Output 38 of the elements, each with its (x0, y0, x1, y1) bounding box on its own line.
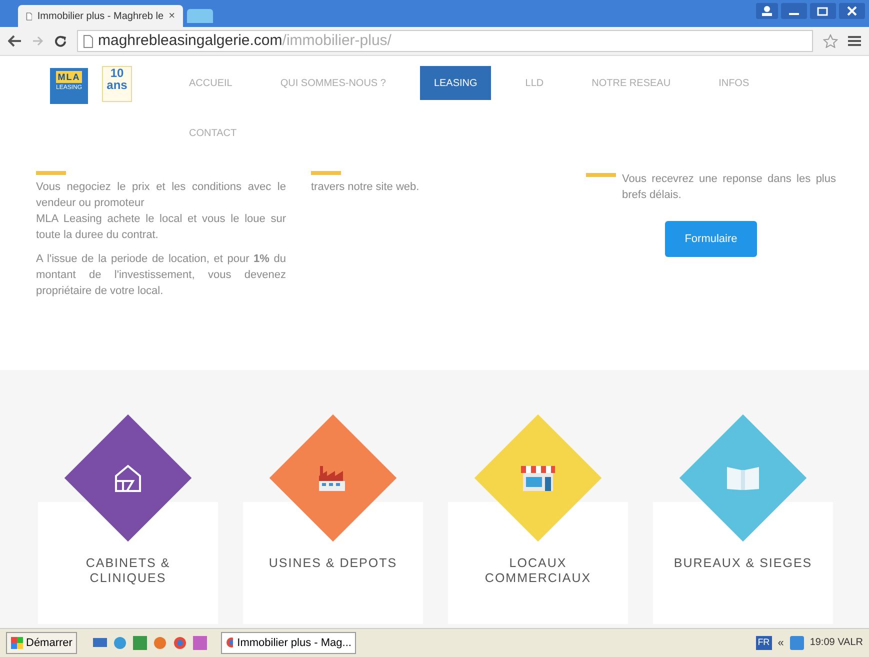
minimize-icon[interactable] (781, 3, 807, 19)
back-icon[interactable] (8, 35, 22, 48)
category-title[interactable]: CABINETS & CLINIQUES (86, 556, 170, 586)
page-icon (83, 34, 93, 48)
star-icon[interactable] (823, 34, 838, 48)
taskbar-window-button[interactable]: Immobilier plus - Mag... (221, 632, 356, 654)
language-indicator[interactable]: FR (756, 636, 772, 650)
accent-bar (311, 171, 341, 176)
close-icon[interactable] (839, 3, 865, 19)
shop-icon (520, 463, 556, 494)
desktop-icon[interactable] (93, 636, 108, 650)
anniversary-logo: 10 ans (102, 66, 132, 102)
network-icon[interactable] (790, 636, 804, 650)
category-title[interactable]: BUREAUX & SIEGES (674, 556, 812, 572)
new-tab-button[interactable] (187, 9, 213, 24)
page-icon (26, 10, 32, 22)
show-hidden-icons-button[interactable]: « (778, 634, 784, 652)
tab-close-button[interactable]: × (168, 8, 175, 24)
clock: 19:09 VALR (810, 636, 863, 650)
house-icon (113, 463, 143, 494)
paragraph: A l'issue de la periode de location, et pour 1% du montant de l'investissement, vous devenez propriétaire de votre local. (36, 252, 286, 300)
paragraph: Vous negociez le prix et les conditions avec le vendeur ou promoteur (36, 180, 286, 212)
browser-tab[interactable]: Immobilier plus - Maghreb le × (18, 5, 183, 28)
paragraph: travers notre site web. (311, 180, 420, 196)
address-field[interactable]: maghrebleasingalgerie.com/immobilier-plus/ (77, 30, 813, 52)
paragraph: MLA Leasing achete le local et vous le loue sur toute la duree du contrat. (36, 212, 286, 244)
reload-icon[interactable] (54, 34, 67, 48)
accent-bar (36, 171, 66, 176)
category-title[interactable]: LOCAUX COMMERCIAUX (484, 556, 592, 586)
menu-icon[interactable] (848, 35, 861, 48)
restore-icon[interactable] (810, 3, 836, 19)
paragraph: Vous recevrez une reponse dans les plus brefs délais. (622, 172, 836, 204)
nav-item[interactable]: LEASING (420, 66, 492, 100)
accent-bar (586, 173, 616, 178)
user-icon[interactable] (756, 3, 778, 19)
windows-logo-icon (11, 636, 23, 649)
category-title[interactable]: USINES & DEPOTS (268, 556, 398, 572)
start-button[interactable]: Démarrer (6, 632, 78, 654)
